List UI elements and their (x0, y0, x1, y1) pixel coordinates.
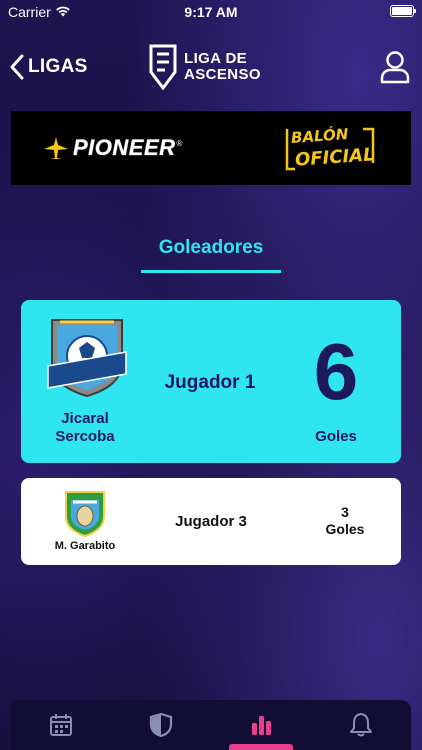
goals-summary: 3 Goles (305, 504, 385, 538)
chevron-left-icon (10, 54, 24, 80)
bottom-nav (11, 700, 411, 750)
liga-shield-icon (149, 44, 177, 90)
clock: 9:17 AM (184, 4, 238, 20)
profile-button[interactable] (380, 50, 410, 89)
nav-stats[interactable] (211, 700, 311, 750)
nav-teams[interactable] (111, 700, 211, 750)
tab-goleadores[interactable]: Goleadores (0, 237, 422, 259)
pioneer-registered: ® (176, 138, 183, 148)
garabito-crest-icon (65, 491, 105, 538)
sponsor-banner[interactable]: PIONEER ® BALÓN OFICIAL (11, 111, 411, 185)
player-name: Jugador 1 (164, 372, 256, 393)
calendar-icon (50, 714, 72, 736)
pioneer-logo: PIONEER ® (43, 135, 182, 161)
player-name: Jugador 3 (175, 513, 247, 530)
battery-icon (390, 5, 416, 17)
scorer-row[interactable]: M. Garabito Jugador 3 3 Goles (21, 478, 401, 565)
tab-underline (141, 270, 281, 273)
stats-icon (252, 716, 271, 735)
liga-logo: LIGA DE ASCENSO (148, 44, 261, 90)
goals-label: Goles (315, 428, 357, 445)
nav-active-indicator (229, 744, 293, 750)
team-name: Jicaral Sercoba (55, 410, 115, 445)
back-button[interactable]: LIGAS (10, 54, 88, 80)
user-icon (380, 51, 410, 84)
jicaral-crest-icon (47, 319, 127, 398)
team-name: M. Garabito (54, 540, 116, 552)
balon-oficial-logo: BALÓN OFICIAL (281, 123, 379, 175)
pioneer-plane-icon (44, 137, 68, 159)
pioneer-text: PIONEER (73, 135, 176, 160)
goals-count: 3 (341, 504, 349, 520)
logo-line2: ASCENSO (184, 66, 261, 83)
goals-count: 6 (313, 327, 359, 416)
logo-line1: LIGA DE (184, 50, 248, 67)
nav-calendar[interactable] (11, 700, 111, 750)
back-label: LIGAS (28, 56, 88, 77)
nav-notifications[interactable] (311, 700, 411, 750)
top-scorer-card[interactable]: Jicaral Sercoba Jugador 1 6 Goles (21, 300, 401, 463)
shield-icon (149, 712, 173, 738)
bell-icon (350, 713, 372, 737)
goals-label: Goles (325, 521, 365, 537)
status-bar: Carrier 9:17 AM (0, 0, 422, 24)
